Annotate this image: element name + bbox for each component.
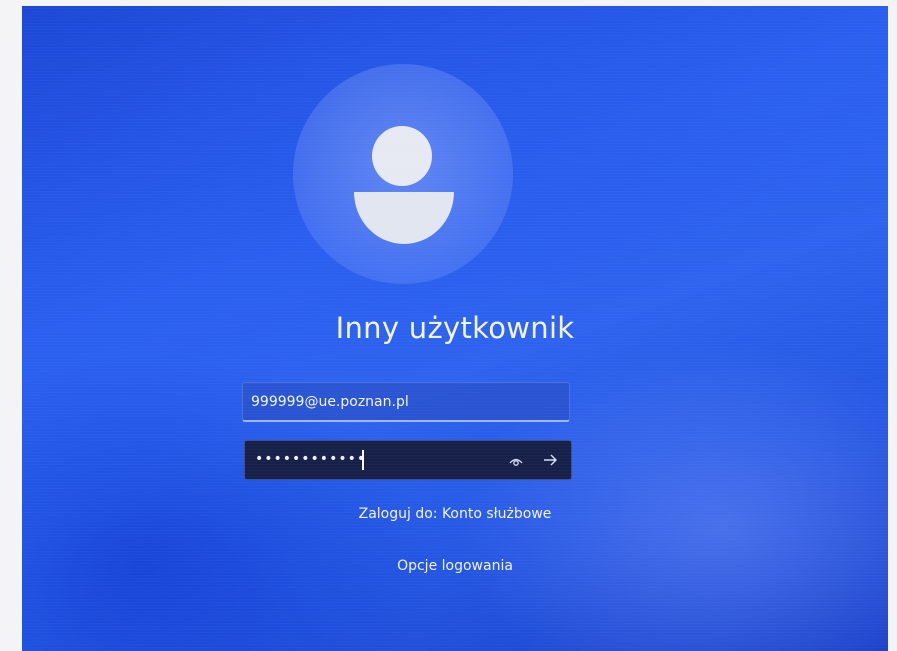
- lock-screen: Inny użytkownik 999999@ue.poznan.pl ••••…: [22, 6, 888, 651]
- text-caret: [362, 450, 364, 470]
- password-value: ••••••••••••: [255, 451, 367, 467]
- photo-frame: Inny użytkownik 999999@ue.poznan.pl ••••…: [0, 0, 897, 651]
- user-name: Inny użytkownik: [335, 311, 575, 345]
- sign-in-options-link[interactable]: Opcje logowania: [22, 558, 888, 574]
- eye-icon[interactable]: [507, 452, 525, 470]
- user-icon: [372, 126, 432, 186]
- sign-in-to-label: Zaloguj do: Konto służbowe: [358, 506, 552, 522]
- password-field[interactable]: ••••••••••••: [244, 440, 572, 480]
- email-field[interactable]: 999999@ue.poznan.pl: [242, 382, 570, 422]
- arrow-right-icon[interactable]: [541, 451, 559, 469]
